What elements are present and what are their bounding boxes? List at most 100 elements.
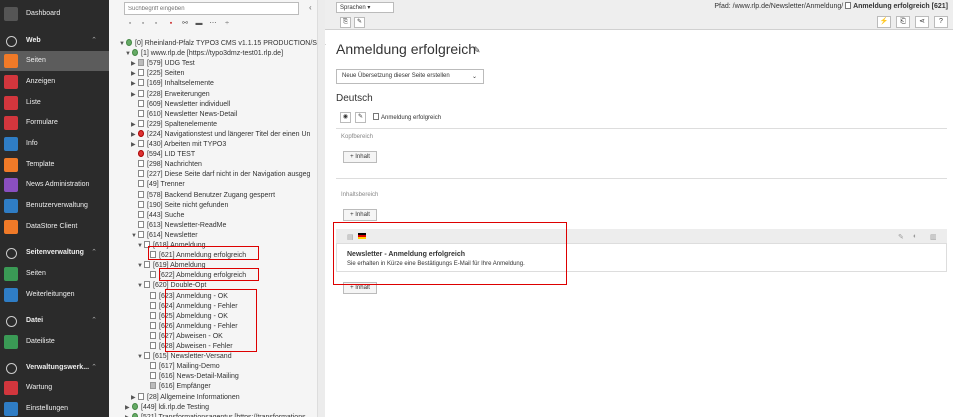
chevron-up-icon[interactable]: ⌃ [91,363,97,371]
tree-node[interactable]: ▼ [614] Newsletter [131,230,198,241]
sidebar-item-news-administration[interactable]: News Administration [0,175,109,195]
folder-icon[interactable]: ▬ [195,19,203,28]
tree-node[interactable]: [609] Newsletter individuell [131,99,230,110]
trash-icon[interactable]: ▥ [930,233,937,241]
expand-node-icon[interactable]: ▶ [131,69,138,79]
page-icon [138,119,144,127]
expand-node-icon[interactable]: ▶ [125,413,132,417]
collapse-tree-icon[interactable]: ‹ [309,3,312,12]
tree-node[interactable]: [617] Mailing-Demo [143,362,220,372]
divider-icon[interactable]: ⋯ [209,19,217,28]
tree-node[interactable]: [616] News-Detail-Mailing [143,372,239,382]
sidebar-item-anzeigen[interactable]: Anzeigen [0,72,109,92]
new-page-inside-icon[interactable]: ▫ [139,19,147,28]
expand-node-icon[interactable]: ▶ [131,90,138,100]
tree-node[interactable]: ▶ [228] Erweiterungen [131,89,210,100]
tree-node[interactable]: ▶ [224] Navigationstest und längerer Tite… [131,129,310,140]
sidebar-item-liste[interactable]: Liste [0,93,109,113]
tree-node[interactable]: [443] Suche [131,210,184,221]
collapse-node-icon[interactable]: ▼ [137,352,144,362]
add-content-button[interactable]: + Inhalt [343,151,377,163]
tree-node[interactable]: ▶ [28] Allgemeine Informationen [131,392,240,403]
collapse-node-icon[interactable]: ▼ [137,281,144,291]
new-page-after-icon[interactable]: ▫ [152,19,160,28]
sidebar-item-benutzerverwaltung[interactable]: Benutzerverwaltung [0,196,109,216]
tree-node[interactable]: ▼ [615] Newsletter-Versand [137,352,232,362]
eye-icon[interactable]: ◉ [340,112,351,123]
edit-title-icon[interactable]: ✎ [473,45,481,56]
sidebar-item-dashboard[interactable]: Dashboard [0,4,109,24]
chevron-up-icon[interactable]: ⌃ [91,248,97,256]
sidebar-item-einstellungen[interactable]: Einstellungen [0,399,109,417]
language-select[interactable]: Sprachen ▾ [336,2,394,13]
tree-node[interactable]: [613] Newsletter-ReadMe [131,220,226,231]
new-translation-select[interactable]: Neue Übersetzung dieser Seite erstellen ⌄ [336,69,484,84]
tree-node[interactable]: [578] Backend Benutzer Zugang gesperrt [131,190,275,201]
tree-search-input[interactable] [124,2,299,15]
tree-node[interactable]: ▼ [0] Rheinland-Pfalz TYPO3 CMS v1.1.15 P… [119,39,325,49]
link-icon[interactable]: ⚯ [181,19,189,28]
tree-node[interactable]: ▶ [430] Arbeiten mit TYPO3 [131,140,226,150]
expand-node-icon[interactable]: ▶ [131,140,138,150]
page-icon [144,352,150,360]
collapse-node-icon[interactable]: ▼ [137,241,144,251]
collapse-node-icon[interactable]: ▼ [137,261,144,271]
tree-node[interactable]: ▶[521] Transformationsagentur [https://t… [125,412,306,417]
tree-node[interactable]: ▶ [229] Spaltenelemente [131,119,217,130]
sidebar-item-datei[interactable]: Datei ⌃ [0,311,109,331]
tree-node[interactable]: ▶ [449] ldi.rlp.de Testing [125,402,209,413]
tree-node[interactable]: [227] Diese Seite darf nicht in der Navi… [131,170,310,180]
expand-node-icon[interactable]: ▶ [131,120,138,130]
edit-page-button[interactable]: ✎ [354,17,365,28]
help-icon[interactable]: ? [934,16,948,28]
tree-node[interactable]: [298] Nachrichten [131,160,202,170]
view-page-button[interactable]: ⎘ [340,17,351,28]
sidebar-item-seiten[interactable]: Seiten [0,264,109,284]
tree-scrollbar[interactable] [317,0,325,417]
sidebar-item-weiterleitungen[interactable]: Weiterleitungen [0,285,109,305]
sidebar-item-verwaltungswerk[interactable]: Verwaltungswerk... ⌃ [0,358,109,378]
delete-icon[interactable]: ▪ [167,19,175,28]
expand-node-icon[interactable]: ▶ [131,393,138,403]
sidebar-item-template[interactable]: Template [0,155,109,175]
expand-node-icon[interactable]: ▶ [131,59,138,69]
sidebar-item-formulare[interactable]: Formulare [0,113,109,133]
tree-node[interactable]: [616] Empfänger [143,382,211,392]
tree-node[interactable]: [49] Trenner [131,180,185,190]
tree-node[interactable]: ▶ [579] UDG Test [131,59,195,69]
tree-node[interactable]: [594] LID TEST [131,150,195,160]
tree-node[interactable]: [190] Seite nicht gefunden [131,200,228,211]
expand-node-icon[interactable]: ▶ [131,79,138,89]
sidebar-item-info[interactable]: Info [0,134,109,154]
chevron-up-icon[interactable]: ⌃ [91,36,97,44]
tree-node[interactable]: [610] Newsletter News-Detail [131,109,237,120]
edit-icon[interactable]: ✎ [898,233,904,241]
admin-group-icon [6,363,17,374]
spacer-icon[interactable]: ÷ [223,19,231,28]
bolt-icon[interactable]: ⚡ [877,16,891,28]
tree-node-label: [449] ldi.rlp.de Testing [141,403,209,411]
collapse-node-icon[interactable]: ▼ [119,39,126,49]
sidebar-item-wartung[interactable]: Wartung [0,378,109,398]
chevron-up-icon[interactable]: ⌃ [91,316,97,324]
add-content-button[interactable]: + Inhalt [343,209,377,221]
page-icon [845,2,852,9]
new-page-icon[interactable]: ▫ [126,19,134,28]
sidebar-item-datastore-client[interactable]: DataStore Client [0,217,109,237]
sidebar-item-seiten[interactable]: Seiten [0,51,109,71]
tree-node[interactable]: ▶ [225] Seiten [131,69,184,79]
sidebar-item-dateiliste[interactable]: Dateiliste [0,332,109,352]
sidebar-item-web[interactable]: Web ⌃ [0,31,109,51]
tree-node[interactable]: ▼ [1] www.rlp.de [https://typo3dmz-test01… [125,49,283,59]
pencil-icon[interactable]: ✎ [355,112,366,123]
sidebar-item-label: Formulare [26,119,58,126]
visibility-toggle-icon[interactable]: ◐ [913,233,917,240]
collapse-node-icon[interactable]: ▼ [131,231,138,241]
expand-node-icon[interactable]: ▶ [125,403,132,413]
bookmark-icon[interactable]: ⎗ [896,16,910,28]
sidebar-item-seitenverwaltung[interactable]: Seitenverwaltung ⌃ [0,243,109,263]
collapse-node-icon[interactable]: ▼ [125,49,132,59]
share-icon[interactable]: ⋖ [915,16,929,28]
expand-node-icon[interactable]: ▶ [131,130,138,140]
tree-node[interactable]: ▶ [169] Inhaltselemente [131,79,214,89]
